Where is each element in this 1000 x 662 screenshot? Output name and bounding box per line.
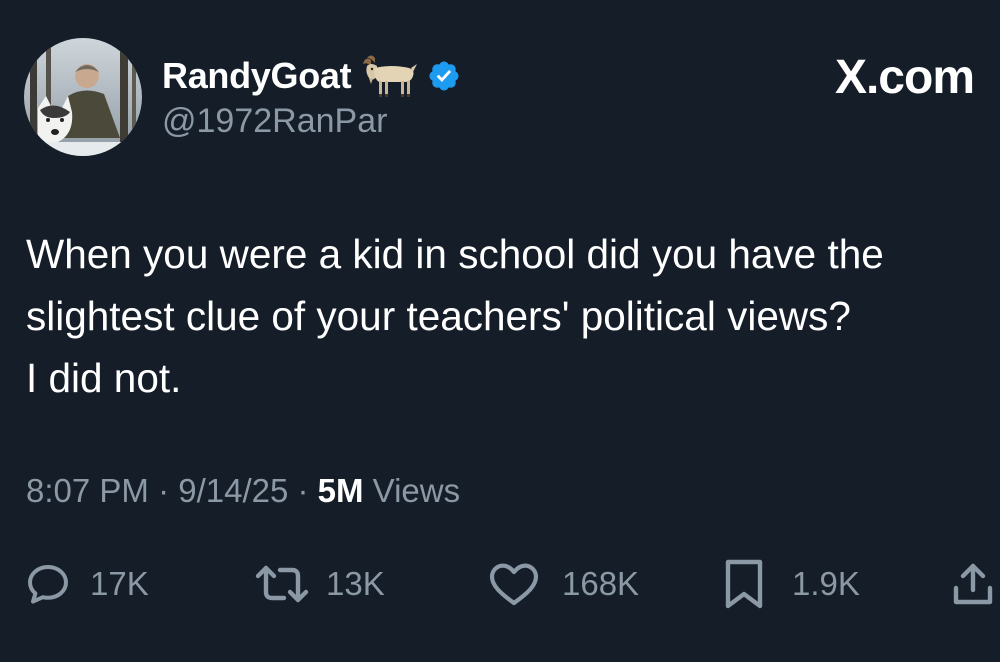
display-name[interactable]: RandyGoat — [162, 55, 352, 97]
goat-emoji-icon — [363, 55, 418, 97]
meta-separator: · — [288, 472, 318, 509]
action-bar: 17K 13K 168K 1.9K — [0, 552, 1000, 616]
reply-button[interactable]: 17K — [24, 552, 149, 616]
author-name-row: RandyGoat — [162, 50, 461, 102]
reply-count: 17K — [90, 565, 149, 602]
bookmark-count: 1.9K — [792, 565, 860, 602]
views-label: Views — [363, 472, 461, 509]
avatar[interactable] — [24, 38, 142, 156]
verified-badge-icon[interactable] — [427, 59, 461, 93]
share-button[interactable] — [950, 552, 996, 616]
views-count[interactable]: 5M — [318, 472, 364, 509]
bookmark-icon — [725, 559, 763, 609]
tweet-time[interactable]: 8:07 PM — [26, 472, 149, 509]
handle[interactable]: @1972RanPar — [162, 102, 387, 141]
bookmark-button[interactable]: 1.9K — [722, 552, 860, 616]
like-button[interactable]: 168K — [488, 552, 639, 616]
tweet-text: When you were a kid in school did you ha… — [26, 231, 884, 401]
tweet-meta: 8:07 PM · 9/14/25 · 5M Views — [26, 472, 460, 510]
brand-watermark: X.com — [834, 51, 975, 104]
like-count: 168K — [562, 565, 640, 602]
profile-photo — [24, 38, 142, 156]
repost-count: 13K — [326, 565, 385, 602]
meta-separator: · — [148, 472, 179, 509]
reply-icon — [28, 565, 68, 604]
repost-icon — [255, 565, 309, 603]
share-icon — [953, 563, 993, 605]
tweet-date[interactable]: 9/14/25 — [178, 472, 288, 509]
heart-icon — [489, 563, 539, 606]
repost-button[interactable]: 13K — [252, 552, 385, 616]
